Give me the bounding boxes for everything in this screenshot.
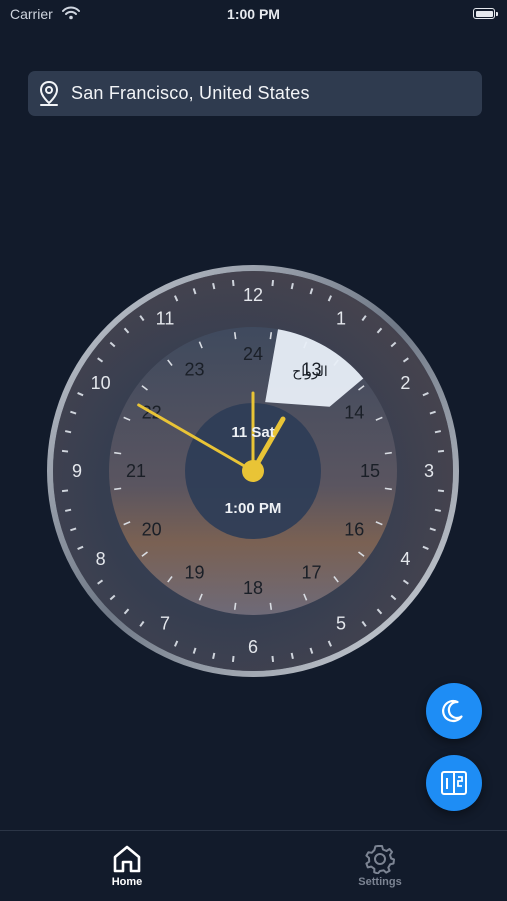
tab-bar: Home Settings [0,830,507,901]
gear-icon [365,845,395,874]
inner-tick [233,332,237,340]
outer-tick [271,279,275,287]
location-bar[interactable]: San Francisco, United States [28,71,482,116]
outer-tick [290,282,294,290]
tab-home-label: Home [111,876,143,888]
segment-label: الرواح [292,364,328,380]
clock-date: 11 Sat [231,424,275,441]
location-text: San Francisco, United States [71,83,310,103]
inner-hour-number: 21 [126,461,146,481]
inner-hour-number: 16 [344,520,364,540]
outer-tick [212,652,216,660]
clock-time: 1:00 PM [224,500,282,517]
outer-hour-number: 1 [336,309,346,329]
inner-tick [269,602,273,610]
inner-hour-number: 24 [243,344,263,364]
calendar-convert-button[interactable] [426,755,482,811]
outer-hour-number: 11 [156,309,175,329]
clock-face: 121234567891011 241314151617181920212223… [46,264,460,678]
inner-hour-number: 15 [360,461,380,481]
outer-hour-number: 3 [424,461,434,481]
inner-tick [384,451,392,455]
inner-hour-number: 23 [184,360,204,380]
outer-hour-number: 7 [160,613,170,633]
tab-settings-label: Settings [358,876,402,888]
outer-tick [212,282,216,290]
inner-tick [233,602,237,610]
inner-hour-number: 14 [344,403,364,423]
outer-hour-number: 12 [243,285,263,305]
outer-hour-number: 5 [336,613,346,633]
status-bar: Carrier 1:00 PM [0,0,507,28]
outer-hour-number: 4 [400,549,410,569]
night-mode-button[interactable] [426,683,482,739]
inner-hour-number: 17 [301,562,321,582]
calendar-icon [441,771,467,795]
outer-tick [271,655,275,663]
outer-hour-number: 6 [248,637,258,657]
inner-hour-number: 20 [142,520,162,540]
outer-tick [61,449,69,453]
inner-hour-number: 18 [243,578,263,598]
outer-hour-number: 8 [96,549,106,569]
battery-icon [473,8,498,19]
outer-tick [437,489,445,493]
tab-home[interactable]: Home [67,831,187,901]
clock-dial: 121234567891011 241314151617181920212223… [47,265,459,677]
outer-tick [231,655,235,663]
inner-tick [114,487,122,491]
outer-tick [61,489,69,493]
home-icon [113,845,141,873]
moon-icon [442,699,463,723]
inner-tick [114,451,122,455]
outer-tick [290,652,294,660]
inner-tick [384,487,392,491]
outer-tick [231,279,235,287]
inner-hour-number: 19 [184,562,204,582]
map-pin-icon [39,80,59,106]
tab-settings[interactable]: Settings [320,831,440,901]
outer-tick [437,449,445,453]
inner-tick [269,332,273,340]
hand-pivot [242,460,264,482]
outer-hour-number: 2 [400,373,410,393]
status-time: 1:00 PM [227,6,280,22]
outer-hour-number: 10 [91,373,111,393]
outer-hour-number: 9 [72,461,82,481]
